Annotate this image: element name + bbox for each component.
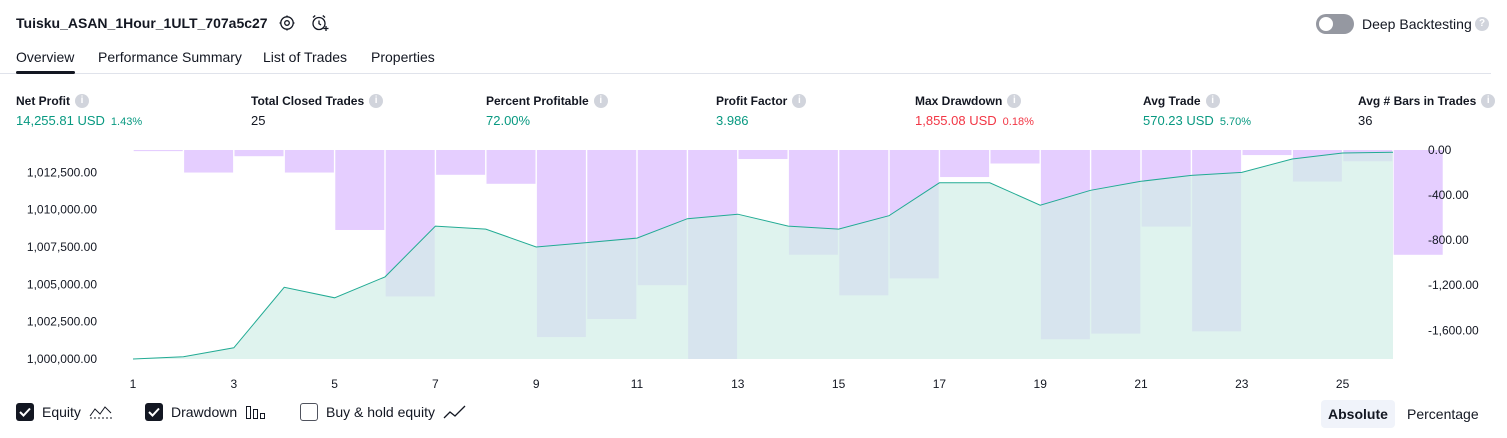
x-axis-tick-label: 17 bbox=[933, 377, 947, 391]
equity-line-icon bbox=[89, 406, 112, 419]
metric-label: Total Closed Trades bbox=[251, 94, 365, 108]
settings-icon-glyph bbox=[279, 15, 295, 31]
strategy-title: Tuisku_ASAN_1Hour_1ULT_707a5c27 bbox=[16, 15, 268, 31]
x-axis-tick-label: 19 bbox=[1034, 377, 1048, 391]
buy-hold-line-icon bbox=[443, 405, 466, 419]
drawdown-bars-icon bbox=[246, 406, 266, 419]
drawdown-bar bbox=[1242, 150, 1292, 156]
x-axis-tick-label: 11 bbox=[631, 377, 644, 391]
info-icon[interactable]: i bbox=[369, 94, 384, 108]
metric-value: 3.986 bbox=[716, 113, 749, 128]
x-axis-tick-label: 15 bbox=[832, 377, 846, 391]
drawdown-bar bbox=[133, 150, 183, 152]
drawdown-bar bbox=[184, 150, 234, 173]
x-axis-tick-label: 3 bbox=[230, 377, 237, 391]
percentage-button[interactable]: Percentage bbox=[1400, 400, 1486, 428]
legend-label: Equity bbox=[42, 404, 81, 420]
x-axis-tick-label: 7 bbox=[432, 377, 439, 391]
left-axis-tick-label: 1,010,000.00 bbox=[27, 203, 97, 217]
right-axis-tick-label: -1,200.00 bbox=[1428, 278, 1479, 292]
settings-icon[interactable] bbox=[277, 13, 297, 33]
info-icon[interactable]: i bbox=[593, 94, 608, 108]
right-axis-tick-label: -400.00 bbox=[1428, 188, 1469, 202]
info-icon[interactable]: i bbox=[75, 94, 89, 108]
check-icon bbox=[148, 407, 160, 417]
metric-label: Profit Factor bbox=[716, 94, 788, 108]
metric-value: 25 bbox=[251, 113, 266, 128]
x-axis-tick-label: 23 bbox=[1235, 377, 1249, 391]
drawdown-bar bbox=[234, 150, 284, 157]
right-axis-tick-label: -1,600.00 bbox=[1428, 323, 1479, 337]
buy-hold-checkbox[interactable] bbox=[300, 403, 318, 421]
add-alert-icon[interactable] bbox=[310, 13, 330, 33]
legend-label: Buy & hold equity bbox=[326, 404, 435, 420]
equity-area bbox=[133, 152, 1393, 359]
left-axis-tick-label: 1,000,000.00 bbox=[27, 352, 97, 366]
tabs-divider bbox=[0, 73, 1491, 74]
metric-value: 72.00% bbox=[486, 113, 531, 128]
metric-percent-profitable: Percent Profitable i 72.00% bbox=[486, 94, 608, 128]
x-axis-tick-label: 13 bbox=[731, 377, 745, 391]
x-axis-tick-label: 5 bbox=[331, 377, 338, 391]
metric-percent: 5.70% bbox=[1219, 116, 1252, 128]
x-axis-tick-label: 21 bbox=[1134, 377, 1148, 391]
left-axis-tick-label: 1,005,000.00 bbox=[27, 277, 97, 291]
drawdown-bar bbox=[486, 150, 536, 184]
metric-percent: 0.18% bbox=[1002, 116, 1034, 128]
metric-value: 1,855.08 USD bbox=[915, 113, 997, 128]
equity-drawdown-chart: 1,000,000.00 1,002,500.00 1,005,000.00 1,00… bbox=[27, 143, 1479, 391]
drawdown-bar bbox=[990, 150, 1040, 164]
metric-value: 570.23 USD bbox=[1143, 113, 1214, 128]
x-axis-tick-label: 9 bbox=[533, 377, 540, 391]
x-axis-tick-label: 25 bbox=[1336, 377, 1350, 391]
drawdown-bar bbox=[940, 150, 990, 178]
absolute-button[interactable]: Absolute bbox=[1321, 400, 1395, 428]
active-tab-indicator bbox=[16, 71, 75, 74]
right-axis-tick-label: -800.00 bbox=[1428, 233, 1469, 247]
metric-label: Avg Trade bbox=[1143, 94, 1201, 108]
legend-buy-hold[interactable]: Buy & hold equity bbox=[300, 403, 467, 421]
metric-total-closed-trades: Total Closed Trades i 25 bbox=[251, 94, 384, 128]
metric-value: 36 bbox=[1358, 113, 1373, 128]
metric-label: Avg # Bars in Trades bbox=[1358, 94, 1477, 108]
metric-label: Max Drawdown bbox=[915, 94, 1003, 108]
deep-backtesting-toggle[interactable] bbox=[1316, 14, 1354, 34]
metric-net-profit: Net Profit i 14,255.81 USD 1.43% bbox=[16, 94, 142, 128]
metric-percent: 1.43% bbox=[110, 116, 143, 128]
deep-backtesting-label: Deep Backtesting bbox=[1362, 16, 1472, 32]
metric-avg-bars: Avg # Bars in Trades i 36 bbox=[1358, 94, 1496, 128]
drawdown-checkbox[interactable] bbox=[145, 403, 163, 421]
info-icon[interactable]: i bbox=[792, 94, 807, 108]
metric-profit-factor: Profit Factor i 3.986 bbox=[716, 94, 807, 128]
check-icon bbox=[19, 407, 31, 417]
legend-equity[interactable]: Equity bbox=[16, 403, 113, 421]
legend-label: Drawdown bbox=[171, 404, 238, 420]
metric-label: Percent Profitable bbox=[486, 94, 589, 108]
left-axis-tick-label: 1,002,500.00 bbox=[27, 315, 97, 329]
toggle-knob bbox=[1319, 17, 1333, 31]
tab-performance-summary[interactable]: Performance Summary bbox=[98, 49, 242, 65]
info-icon[interactable]: i bbox=[1007, 94, 1022, 108]
alarm-plus-icon bbox=[312, 15, 329, 31]
x-axis-tick-label: 1 bbox=[130, 377, 137, 391]
deep-backtesting-help-icon[interactable]: ? bbox=[1475, 17, 1489, 31]
right-axis-tick-label: 0.00 bbox=[1428, 143, 1452, 157]
tab-list-of-trades[interactable]: List of Trades bbox=[263, 49, 347, 65]
drawdown-bar bbox=[436, 150, 486, 175]
left-axis-tick-label: 1,007,500.00 bbox=[27, 240, 97, 254]
info-icon[interactable]: i bbox=[1205, 94, 1220, 108]
metric-label: Net Profit bbox=[16, 94, 70, 108]
equity-checkbox[interactable] bbox=[16, 403, 34, 421]
tab-properties[interactable]: Properties bbox=[371, 49, 435, 65]
left-axis-tick-label: 1,012,500.00 bbox=[27, 165, 97, 179]
metric-max-drawdown: Max Drawdown i 1,855.08 USD 0.18% bbox=[915, 94, 1034, 128]
metric-value: 14,255.81 USD bbox=[16, 113, 105, 128]
legend-drawdown[interactable]: Drawdown bbox=[145, 403, 267, 421]
metric-avg-trade: Avg Trade i 570.23 USD 5.70% bbox=[1143, 94, 1251, 128]
drawdown-bar bbox=[284, 150, 334, 173]
info-icon[interactable]: i bbox=[1481, 94, 1496, 108]
drawdown-bar bbox=[738, 150, 788, 160]
tab-overview[interactable]: Overview bbox=[16, 49, 74, 65]
drawdown-bar bbox=[335, 150, 385, 230]
